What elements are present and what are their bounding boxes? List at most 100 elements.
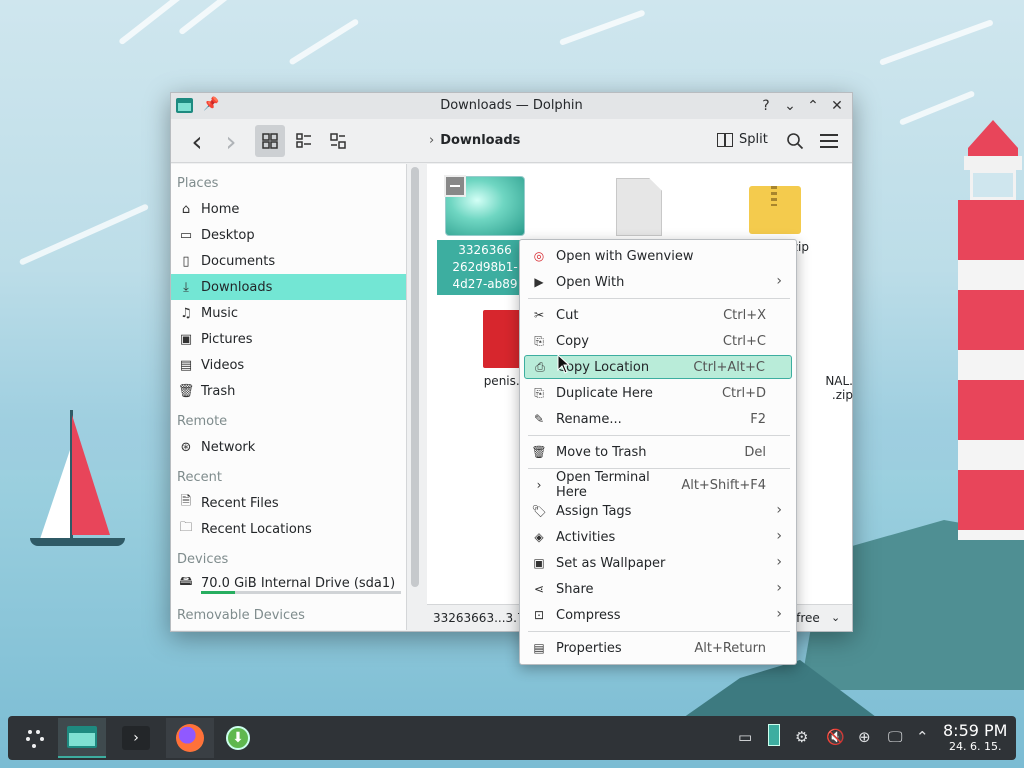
menu-item-properties[interactable]: ▤ Properties Alt+Return [524,636,792,660]
menu-item-compress[interactable]: ⊡ Compress › [524,603,792,627]
chevron-down-icon[interactable]: ⌄ [831,611,840,624]
menu-item-label: Compress [556,607,621,623]
application-launcher-button[interactable] [18,718,52,758]
trash-icon: 🗑 [531,445,547,459]
menu-item-label: Move to Trash [556,444,647,460]
drive-usage-bar [201,591,401,594]
digital-clock[interactable]: 8:59 PM 24. 6. 15. [943,721,1007,753]
menu-item-set-as-wallpaper[interactable]: ▣ Set as Wallpaper › [524,551,792,575]
details-view-button[interactable] [323,125,353,157]
activities-icon: ◈ [534,530,544,544]
search-button[interactable] [781,125,809,157]
menu-separator [528,435,790,436]
places-scrollbar[interactable] [411,167,419,587]
place-label: Downloads [201,279,273,295]
place-label: Recent Files [201,495,279,511]
menu-item-label: Open Terminal Here [556,470,650,500]
close-button[interactable]: ✕ [827,96,847,116]
place-documents[interactable]: ▯ Documents [171,248,406,274]
taskbar-firefox-button[interactable] [166,718,214,758]
show-desktop-icon[interactable]: ▭ [738,728,752,746]
downloads-icon: ⤓ [183,279,189,295]
place-home[interactable]: ⌂ Home [171,196,406,222]
menu-item-label: Rename... [556,411,622,427]
menu-separator [528,468,790,469]
kde-launcher-icon [26,730,44,748]
place-network[interactable]: ⊛ Network [171,434,406,460]
places-section-header: Places [177,176,219,191]
taskbar-terminal-button[interactable]: › [112,718,160,758]
compress-icon: ⊡ [533,608,545,622]
network-status-icon[interactable]: ⊕ [858,728,871,746]
trash-icon: 🗑 [177,383,195,399]
split-view-icon [717,132,733,147]
menu-item-label: Open With [556,274,625,290]
menu-item-shortcut: Ctrl+X [723,307,766,323]
copy-location-icon: ⎙ [535,359,545,374]
place-music[interactable]: ♫ Music [171,300,406,326]
help-button[interactable]: ? [756,96,776,116]
menu-item-open-terminal-here[interactable]: › Open Terminal Here Alt+Shift+F4 [524,470,792,500]
selection-toggle-icon[interactable] [444,175,466,197]
place-label: Desktop [201,227,255,243]
breadcrumb-downloads[interactable]: Downloads [440,133,520,148]
compact-view-button[interactable] [289,125,319,157]
menu-item-open-with[interactable]: ▶ Open With › [524,270,792,294]
split-button[interactable]: Split [717,132,768,147]
zip-archive-icon [749,186,801,234]
menu-item-duplicate-here[interactable]: ⎘ Duplicate Here Ctrl+D [524,381,792,405]
removable-devices-section-header: Removable Devices [177,608,305,623]
chevron-up-icon[interactable]: ⌃ [916,728,929,746]
volume-muted-icon[interactable]: 🔇 [826,728,845,746]
firefox-icon [176,724,204,752]
taskbar-dolphin-button[interactable] [58,718,106,758]
place-label: Videos [201,357,245,373]
menu-item-copy[interactable]: ⎘ Copy Ctrl+C [524,329,792,353]
place-trash[interactable]: 🗑 Trash [171,378,406,404]
menu-item-label: Assign Tags [556,503,632,519]
menu-item-cut[interactable]: ✂ Cut Ctrl+X [524,303,792,327]
clock-date: 24. 6. 15. [948,740,1002,753]
maximize-button[interactable]: ⌃ [803,96,823,116]
place-downloads[interactable]: ⤓ Downloads [171,274,406,300]
wallpaper-icon: ▣ [533,556,545,570]
clipboard-icon[interactable] [768,724,780,750]
menu-item-shortcut: Ctrl+D [721,385,766,401]
icons-view-button[interactable] [255,125,285,157]
forward-button[interactable]: › [217,124,245,158]
cut-icon: ✂ [533,308,545,322]
minimize-button[interactable]: ⌄ [780,96,800,116]
menu-item-share[interactable]: ⋖ Share › [524,577,792,601]
title-bar[interactable]: 📌 Downloads — Dolphin ? ⌄ ⌃ ✕ [171,93,852,119]
menu-item-label: Copy Location [557,359,650,375]
forward-icon: › [225,124,237,158]
network-icon: ⊛ [180,439,192,455]
hamburger-menu-button[interactable] [815,125,843,157]
place-desktop[interactable]: ▭ Desktop [171,222,406,248]
menu-item-shortcut: Ctrl+Alt+C [693,359,765,375]
taskbar-download-button[interactable]: ⬇ [220,718,256,758]
menu-item-open-with-gwenview[interactable]: ◎ Open with Gwenview [524,244,792,268]
breadcrumb[interactable]: › Downloads [429,133,520,148]
toolbar: ‹ › › Downloads Split [171,119,852,163]
menu-item-label: Share [556,581,594,597]
place-recent-files[interactable]: 🗎 Recent Files [171,490,406,516]
file-item[interactable] [591,178,687,236]
properties-icon: ▤ [533,641,545,655]
display-config-icon[interactable]: 🖵 [888,728,902,746]
share-icon: ⋖ [533,582,545,596]
place-pictures[interactable]: ▣ Pictures [171,326,406,352]
place-recent-locations[interactable]: 🗀 Recent Locations [171,516,406,542]
back-button[interactable]: ‹ [183,125,211,158]
place-videos[interactable]: ▤ Videos [171,352,406,378]
menu-item-activities[interactable]: ◈ Activities › [524,525,792,549]
pictures-icon: ▣ [179,331,193,347]
mouse-cursor-icon [557,354,571,374]
menu-item-assign-tags[interactable]: 🏷 Assign Tags › [524,499,792,523]
kdeconnect-icon[interactable]: ⚙ [795,728,808,746]
place-label: 70.0 GiB Internal Drive (sda1) [201,575,396,591]
place-label: Network [201,439,256,455]
menu-item-shortcut: Ctrl+C [722,333,766,349]
menu-item-move-to-trash[interactable]: 🗑 Move to Trash Del [524,440,792,464]
menu-item-rename[interactable]: ✎ Rename... F2 [524,407,792,431]
